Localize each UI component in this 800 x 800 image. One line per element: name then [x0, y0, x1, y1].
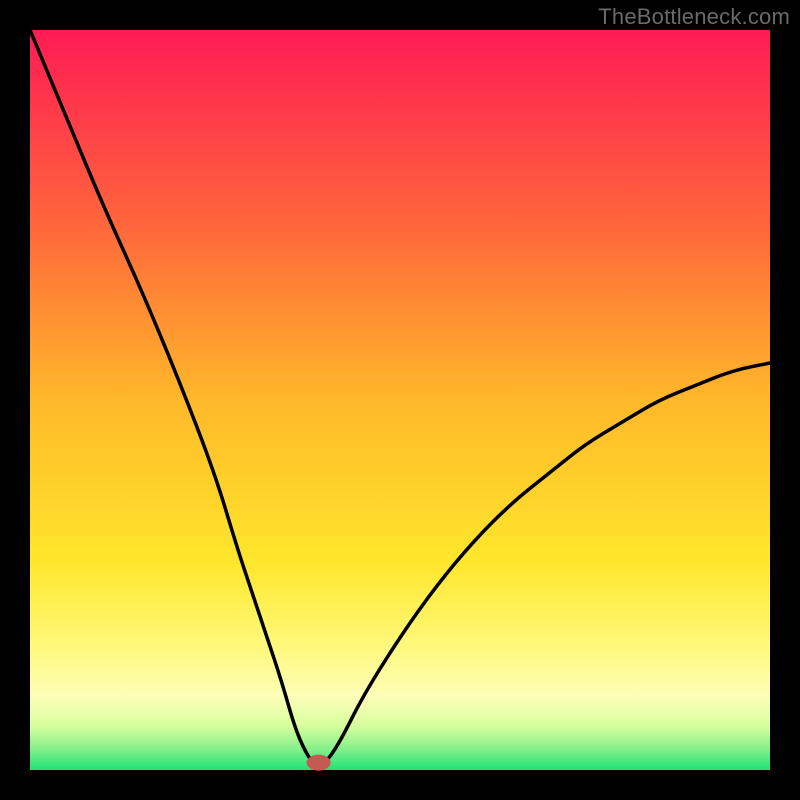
chart-frame: TheBottleneck.com [0, 0, 800, 800]
minimum-marker [307, 755, 331, 771]
watermark-text: TheBottleneck.com [598, 4, 790, 30]
bottleneck-chart [0, 0, 800, 800]
